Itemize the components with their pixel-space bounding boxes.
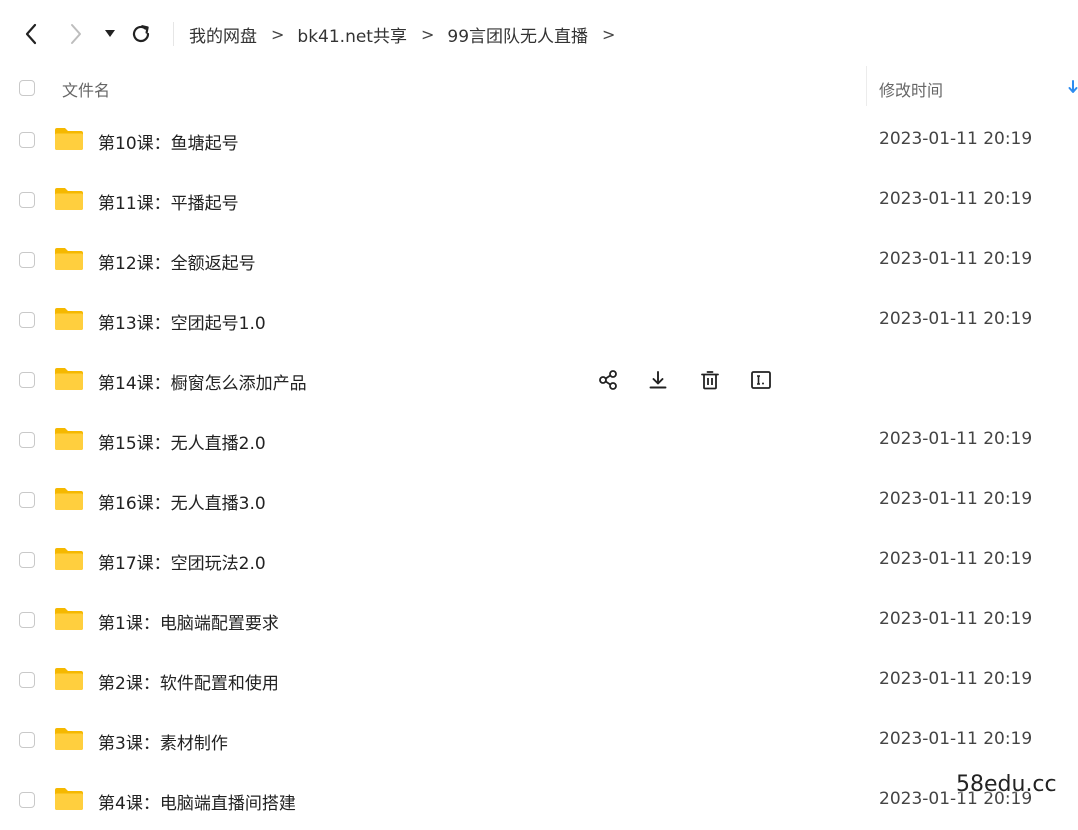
column-divider[interactable]	[866, 66, 867, 106]
file-name[interactable]: 第2课：软件配置和使用	[98, 669, 279, 694]
file-name[interactable]: 第11课：平播起号	[98, 189, 239, 214]
folder-icon	[55, 248, 83, 270]
download-button[interactable]	[644, 366, 672, 394]
file-row[interactable]: 第2课：软件配置和使用 2023-01-11 20:19	[0, 650, 1078, 710]
row-checkbox[interactable]	[19, 672, 35, 688]
share-icon	[599, 370, 617, 390]
watermark-text: 58edu.cc	[956, 772, 1057, 797]
breadcrumb: 我的网盘 > bk41.net共享 > 99言团队无人直播 >	[189, 20, 628, 48]
file-row-hovered[interactable]: 第14课：橱窗怎么添加产品	[0, 350, 1078, 410]
file-row[interactable]: 第15课：无人直播2.0 2023-01-11 20:19	[0, 410, 1078, 470]
file-name[interactable]: 第3课：素材制作	[98, 729, 228, 754]
file-name[interactable]: 第10课：鱼塘起号	[98, 129, 239, 154]
file-name[interactable]: 第14课：橱窗怎么添加产品	[98, 369, 307, 394]
modified-time: 2023-01-11 20:19	[879, 129, 1033, 149]
file-name[interactable]: 第15课：无人直播2.0	[98, 429, 266, 454]
row-checkbox[interactable]	[19, 132, 35, 148]
modified-time: 2023-01-11 20:19	[879, 669, 1033, 689]
row-checkbox[interactable]	[19, 372, 35, 388]
column-header-modified-time[interactable]: 修改时间	[879, 77, 943, 101]
folder-icon	[55, 608, 83, 630]
modified-time: 2023-01-11 20:19	[879, 309, 1033, 329]
delete-button[interactable]	[696, 366, 724, 394]
select-all-checkbox[interactable]	[19, 80, 35, 96]
breadcrumb-separator: >	[271, 24, 285, 44]
modified-time: 2023-01-11 20:19	[879, 549, 1033, 569]
file-row[interactable]: 第4课：电脑端直播间搭建 2023-01-11 20:19	[0, 770, 1078, 830]
breadcrumb-separator: >	[602, 24, 616, 44]
folder-icon	[55, 308, 83, 330]
folder-icon	[55, 488, 83, 510]
file-row[interactable]: 第12课：全额返起号 2023-01-11 20:19	[0, 230, 1078, 290]
share-button[interactable]	[594, 366, 622, 394]
file-name[interactable]: 第17课：空团玩法2.0	[98, 549, 266, 574]
breadcrumb-item-shared[interactable]: bk41.net共享	[297, 22, 407, 47]
file-row[interactable]: 第11课：平播起号 2023-01-11 20:19	[0, 170, 1078, 230]
forward-button[interactable]	[62, 18, 90, 50]
file-name[interactable]: 第13课：空团起号1.0	[98, 309, 266, 334]
delete-icon	[701, 371, 719, 390]
modified-time: 2023-01-11 20:19	[879, 729, 1033, 749]
file-name[interactable]: 第1课：电脑端配置要求	[98, 609, 279, 634]
modified-time: 2023-01-11 20:19	[879, 249, 1033, 269]
chevron-left-icon	[25, 23, 37, 45]
modified-time: 2023-01-11 20:19	[879, 489, 1033, 509]
row-checkbox[interactable]	[19, 432, 35, 448]
row-checkbox[interactable]	[19, 612, 35, 628]
folder-icon	[55, 368, 83, 390]
folder-icon	[55, 668, 83, 690]
file-list-header: 文件名 修改时间	[0, 66, 1078, 108]
history-dropdown-button[interactable]	[97, 18, 123, 50]
folder-icon	[55, 428, 83, 450]
back-button[interactable]	[17, 18, 45, 50]
toolbar-divider	[173, 22, 174, 46]
refresh-icon	[132, 25, 150, 43]
column-header-name[interactable]: 文件名	[62, 77, 110, 101]
breadcrumb-separator: >	[420, 24, 435, 44]
breadcrumb-item-my-drive[interactable]: 我的网盘	[189, 22, 257, 47]
breadcrumb-item-current-folder[interactable]: 99言团队无人直播	[447, 22, 588, 47]
row-checkbox[interactable]	[19, 732, 35, 748]
caret-down-icon	[105, 30, 115, 37]
modified-time: 2023-01-11 20:19	[879, 429, 1033, 449]
folder-icon	[55, 128, 83, 150]
file-row[interactable]: 第10课：鱼塘起号 2023-01-11 20:19	[0, 110, 1078, 170]
row-checkbox[interactable]	[19, 192, 35, 208]
file-row[interactable]: 第16课：无人直播3.0 2023-01-11 20:19	[0, 470, 1078, 530]
rename-button[interactable]	[747, 366, 775, 394]
row-checkbox[interactable]	[19, 792, 35, 808]
row-checkbox[interactable]	[19, 252, 35, 268]
row-checkbox[interactable]	[19, 312, 35, 328]
toolbar: 我的网盘 > bk41.net共享 > 99言团队无人直播 >	[0, 0, 1078, 68]
file-row[interactable]: 第17课：空团玩法2.0 2023-01-11 20:19	[0, 530, 1078, 590]
chevron-right-icon	[71, 24, 81, 44]
file-name[interactable]: 第12课：全额返起号	[98, 249, 256, 274]
sort-down-arrow-icon[interactable]	[1068, 80, 1078, 94]
folder-icon	[55, 728, 83, 750]
file-row[interactable]: 第13课：空团起号1.0 2023-01-11 20:19	[0, 290, 1078, 350]
rename-icon	[751, 371, 771, 389]
file-row[interactable]: 第1课：电脑端配置要求 2023-01-11 20:19	[0, 590, 1078, 650]
modified-time: 2023-01-11 20:19	[879, 189, 1033, 209]
modified-time: 2023-01-11 20:19	[879, 609, 1033, 629]
file-row[interactable]: 第3课：素材制作 2023-01-11 20:19	[0, 710, 1078, 770]
folder-icon	[55, 548, 83, 570]
row-checkbox[interactable]	[19, 492, 35, 508]
file-name[interactable]: 第16课：无人直播3.0	[98, 489, 266, 514]
download-icon	[649, 371, 667, 389]
file-name[interactable]: 第4课：电脑端直播间搭建	[98, 789, 296, 814]
folder-icon	[55, 788, 83, 810]
folder-icon	[55, 188, 83, 210]
refresh-button[interactable]	[127, 18, 155, 50]
row-checkbox[interactable]	[19, 552, 35, 568]
